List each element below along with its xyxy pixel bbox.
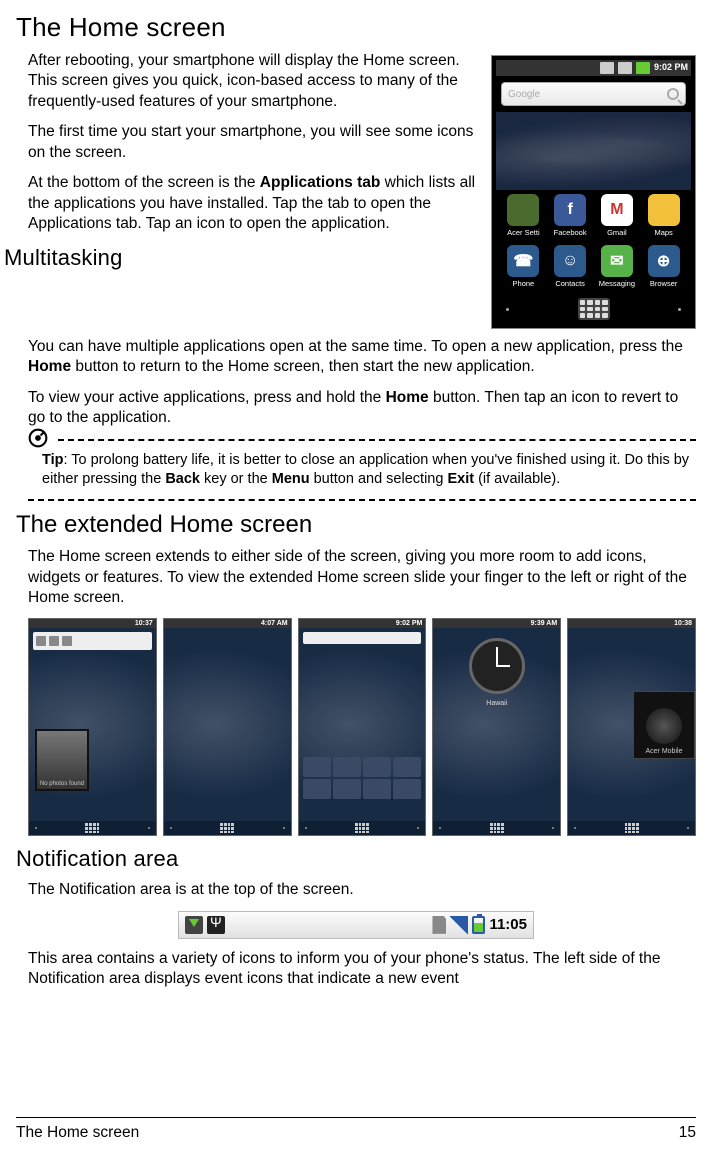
thumb-2: 4:07 AM <box>163 618 292 836</box>
app-gmail[interactable]: MGmail <box>596 194 639 237</box>
battery-icon <box>636 62 650 74</box>
multi-p2: To view your active applications, press … <box>16 388 696 429</box>
usb-icon <box>207 916 225 934</box>
thumb-5: 10:38 Acer Mobile <box>567 618 696 836</box>
search-icon <box>667 88 679 100</box>
app-maps[interactable]: Maps <box>642 194 685 237</box>
app-facebook[interactable]: fFacebook <box>549 194 592 237</box>
footer-title: The Home screen <box>16 1124 139 1142</box>
battery-icon <box>472 916 485 934</box>
extended-thumbnails: 10:37 No photos found 4:07 AM 9:02 PM 9:… <box>28 618 696 836</box>
notification-title: Notification area <box>16 846 696 872</box>
extended-title: The extended Home screen <box>16 511 696 539</box>
download-icon <box>185 916 203 934</box>
mini-search-icon <box>303 632 422 644</box>
app-messaging[interactable]: ✉Messaging <box>596 245 639 288</box>
app-browser[interactable]: ⊕Browser <box>642 245 685 288</box>
dock-dot-left <box>506 308 509 311</box>
wallpaper <box>496 112 691 190</box>
search-label: Google <box>508 89 540 100</box>
app-contacts[interactable]: ☺Contacts <box>549 245 592 288</box>
multi-p1: You can have multiple applications open … <box>16 337 696 378</box>
applications-tab[interactable] <box>578 298 610 320</box>
sim-icon <box>432 916 446 934</box>
signal-bars-icon <box>618 62 632 74</box>
photo-widget: No photos found <box>35 729 89 791</box>
phone-status-bar: 9:02 PM <box>496 60 691 76</box>
notif-p1: The Notification area is at the top of t… <box>16 880 696 900</box>
phone-dock <box>496 292 691 324</box>
notif-time: 11:05 <box>489 916 527 933</box>
home-p1: After rebooting, your smartphone will di… <box>16 51 478 112</box>
thumb-3: 9:02 PM <box>298 618 427 836</box>
analog-clock-icon <box>469 638 525 694</box>
acer-widget: Acer Mobile <box>633 691 695 759</box>
tip-text: Tip: To prolong battery life, it is bett… <box>28 445 696 495</box>
notification-bar-illustration: 11:05 <box>178 911 534 939</box>
search-widget[interactable]: Google <box>501 82 686 106</box>
page-title: The Home screen <box>16 12 696 43</box>
app-acer-settings[interactable]: Acer Setti <box>502 194 545 237</box>
thumb-1: 10:37 No photos found <box>28 618 157 836</box>
thumb-4: 9:39 AM Hawaii <box>432 618 561 836</box>
phone-screenshot-main: 9:02 PM Google Acer Setti fFacebook MGma… <box>491 55 696 329</box>
dock-dot-right <box>678 308 681 311</box>
mini-apps-icon <box>303 757 422 799</box>
app-row-2: ☎Phone ☺Contacts ✉Messaging ⊕Browser <box>496 241 691 292</box>
notif-p2: This area contains a variety of icons to… <box>16 949 696 990</box>
signal-3g-icon <box>600 62 614 74</box>
status-time: 9:02 PM <box>654 62 688 74</box>
music-widget-icon <box>33 632 152 650</box>
tip-icon <box>28 428 48 448</box>
app-row-1: Acer Setti fFacebook MGmail Maps <box>496 190 691 241</box>
tip-block: Tip: To prolong battery life, it is bett… <box>16 439 696 501</box>
footer-pagenum: 15 <box>679 1124 696 1142</box>
multitasking-title: Multitasking <box>4 245 478 271</box>
app-phone[interactable]: ☎Phone <box>502 245 545 288</box>
extended-p1: The Home screen extends to either side o… <box>16 547 696 608</box>
home-p2: The first time you start your smartphone… <box>16 122 478 163</box>
signal-icon <box>450 916 468 934</box>
home-p3: At the bottom of the screen is the Appli… <box>16 173 478 234</box>
